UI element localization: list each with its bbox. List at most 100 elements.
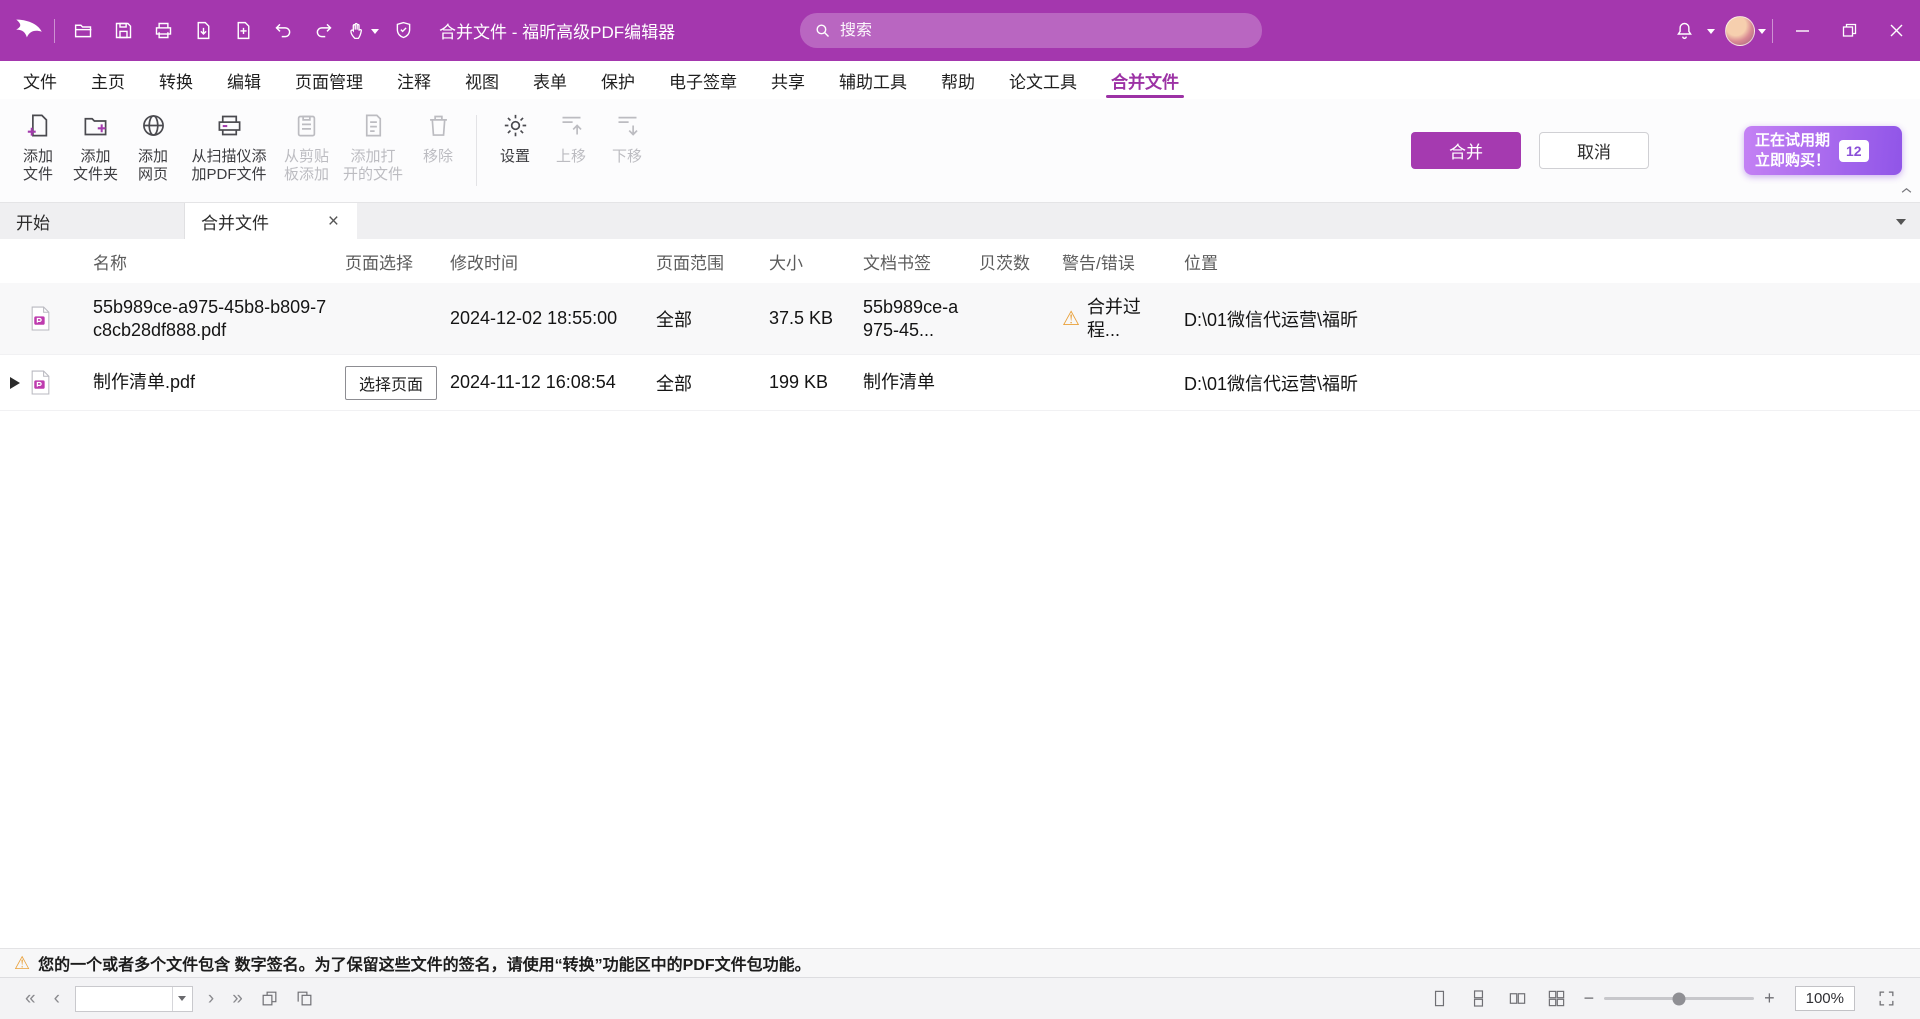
account-dropdown-icon[interactable]: [1758, 29, 1766, 38]
menu-tab-convert[interactable]: 转换: [142, 61, 210, 99]
add-folder-label: 添加 文件夹: [73, 148, 118, 183]
menu-tab-esign[interactable]: 电子签章: [652, 61, 754, 99]
menu-tab-comment[interactable]: 注释: [380, 61, 448, 99]
search-box[interactable]: [800, 13, 1262, 48]
zoom-out-button[interactable]: −: [1578, 988, 1601, 1009]
table-row[interactable]: 制作清单.pdf 选择页面 2024-11-12 16:08:54 全部 199…: [0, 355, 1920, 411]
menu-tab-merge-files[interactable]: 合并文件: [1094, 61, 1196, 99]
continuous-facing-view-button[interactable]: [1539, 989, 1574, 1008]
menu-tab-form[interactable]: 表单: [516, 61, 584, 99]
add-from-scanner-label: 从扫描仪添 加PDF文件: [192, 148, 267, 183]
notifications-dropdown-icon[interactable]: [1707, 29, 1715, 38]
create-pdf-icon[interactable]: [223, 11, 263, 51]
menu-tab-share[interactable]: 共享: [754, 61, 822, 99]
first-page-button[interactable]: «: [16, 988, 45, 1010]
next-page-button[interactable]: ›: [199, 988, 223, 1010]
zoom-slider-thumb[interactable]: [1673, 992, 1686, 1005]
open-file-icon[interactable]: [63, 11, 103, 51]
restore-button[interactable]: [1826, 0, 1873, 61]
menu-tab-view[interactable]: 视图: [448, 61, 516, 99]
search-icon: [814, 22, 831, 39]
next-view-button[interactable]: [287, 989, 322, 1008]
column-bookmark: 文档书签: [863, 249, 979, 274]
previous-view-button[interactable]: [252, 989, 287, 1008]
zoom-in-button[interactable]: +: [1758, 988, 1781, 1009]
foxit-logo-icon[interactable]: [12, 14, 46, 48]
titlebar-right-group: [1664, 0, 1920, 61]
minimize-button[interactable]: [1779, 0, 1826, 61]
file-location: D:\01微信代运营\福昕: [1184, 306, 1920, 332]
cancel-button[interactable]: 取消: [1539, 132, 1649, 169]
page-dropdown[interactable]: [172, 987, 192, 1011]
buy-now-text: 立即购买！: [1755, 151, 1830, 171]
last-page-button[interactable]: »: [223, 988, 252, 1010]
titlebar-separator: [54, 19, 55, 43]
buy-now-button[interactable]: 正在试用期 立即购买！ 12: [1744, 126, 1902, 175]
document-tab-bar: 开始 合并文件 ×: [0, 203, 1920, 239]
user-avatar[interactable]: [1725, 16, 1755, 46]
modified-time: 2024-11-12 16:08:54: [450, 372, 656, 393]
menu-tab-paper-tools[interactable]: 论文工具: [992, 61, 1094, 99]
print-icon[interactable]: [143, 11, 183, 51]
trial-status-text: 正在试用期: [1755, 131, 1830, 151]
single-page-view-button[interactable]: [1422, 989, 1457, 1008]
menu-tab-home[interactable]: 主页: [74, 61, 142, 99]
ribbon-separator: [476, 115, 477, 186]
file-name: 制作清单.pdf: [93, 371, 345, 394]
tab-list-dropdown-icon[interactable]: [1896, 219, 1906, 230]
select-pages-button[interactable]: 选择页面: [345, 366, 437, 400]
window-controls-separator: [1772, 19, 1773, 43]
settings-button[interactable]: 设置: [487, 99, 543, 202]
zoom-level[interactable]: 100%: [1795, 986, 1855, 1011]
fullscreen-icon[interactable]: [1869, 989, 1904, 1008]
search-input[interactable]: [840, 22, 1248, 40]
add-folder-button[interactable]: 添加 文件夹: [66, 99, 125, 202]
doc-bookmark: 55b989ce-a975-45...: [863, 296, 979, 341]
tab-merge-files[interactable]: 合并文件 ×: [185, 203, 357, 239]
hand-tool-icon[interactable]: [343, 11, 383, 51]
pdf-file-icon: [30, 370, 51, 395]
page-number-box[interactable]: [75, 986, 193, 1012]
save-icon[interactable]: [103, 11, 143, 51]
redo-icon[interactable]: [303, 11, 343, 51]
tab-close-icon[interactable]: ×: [326, 212, 341, 231]
modified-time: 2024-12-02 18:55:00: [450, 308, 656, 329]
menu-tab-protect[interactable]: 保护: [584, 61, 652, 99]
expand-row-icon[interactable]: [10, 377, 20, 389]
add-from-scanner-button[interactable]: 从扫描仪添 加PDF文件: [181, 99, 277, 202]
move-down-icon: [614, 112, 641, 139]
table-row[interactable]: 55b989ce-a975-45b8-b809-7c8cb28df888.pdf…: [0, 283, 1920, 355]
undo-icon[interactable]: [263, 11, 303, 51]
menu-tab-edit[interactable]: 编辑: [210, 61, 278, 99]
tab-start[interactable]: 开始: [0, 203, 185, 239]
add-webpage-label: 添加 网页: [138, 148, 168, 183]
merge-button[interactable]: 合并: [1411, 132, 1521, 169]
close-button[interactable]: [1873, 0, 1920, 61]
protect-mode-shield-icon[interactable]: [383, 11, 423, 51]
add-from-clipboard-label: 从剪贴 板添加: [284, 148, 329, 183]
column-warning: 警告/错误: [1062, 249, 1184, 274]
add-files-button[interactable]: 添加 文件: [10, 99, 66, 202]
continuous-view-button[interactable]: [1461, 989, 1496, 1008]
add-folder-icon: [82, 112, 109, 139]
facing-view-button[interactable]: [1500, 989, 1535, 1008]
add-webpage-button[interactable]: 添加 网页: [125, 99, 181, 202]
signature-warning-bar: ⚠ 您的一个或者多个文件包含 数字签名。为了保留这些文件的签名，请使用“转换”功…: [0, 948, 1920, 977]
add-files-label: 添加 文件: [23, 148, 53, 183]
hand-tool-dropdown-icon[interactable]: [371, 29, 379, 38]
remove-label: 移除: [423, 148, 453, 166]
signature-warning-text: 您的一个或者多个文件包含 数字签名。为了保留这些文件的签名，请使用“转换”功能区…: [38, 951, 810, 975]
move-up-icon: [558, 112, 585, 139]
file-name: 55b989ce-a975-45b8-b809-7c8cb28df888.pdf: [93, 296, 345, 341]
menu-tab-organize[interactable]: 页面管理: [278, 61, 380, 99]
notifications-bell-icon[interactable]: [1664, 11, 1704, 51]
zoom-slider[interactable]: [1604, 997, 1754, 1000]
export-pdf-icon[interactable]: [183, 11, 223, 51]
menu-tab-accessibility[interactable]: 辅助工具: [822, 61, 924, 99]
page-number-input[interactable]: [76, 987, 172, 1011]
menu-tab-file[interactable]: 文件: [6, 61, 74, 99]
prev-page-button[interactable]: ‹: [45, 988, 69, 1010]
menu-tab-help[interactable]: 帮助: [924, 61, 992, 99]
ribbon-collapse-icon[interactable]: [1901, 181, 1912, 199]
page-select-cell: 选择页面: [345, 366, 450, 400]
